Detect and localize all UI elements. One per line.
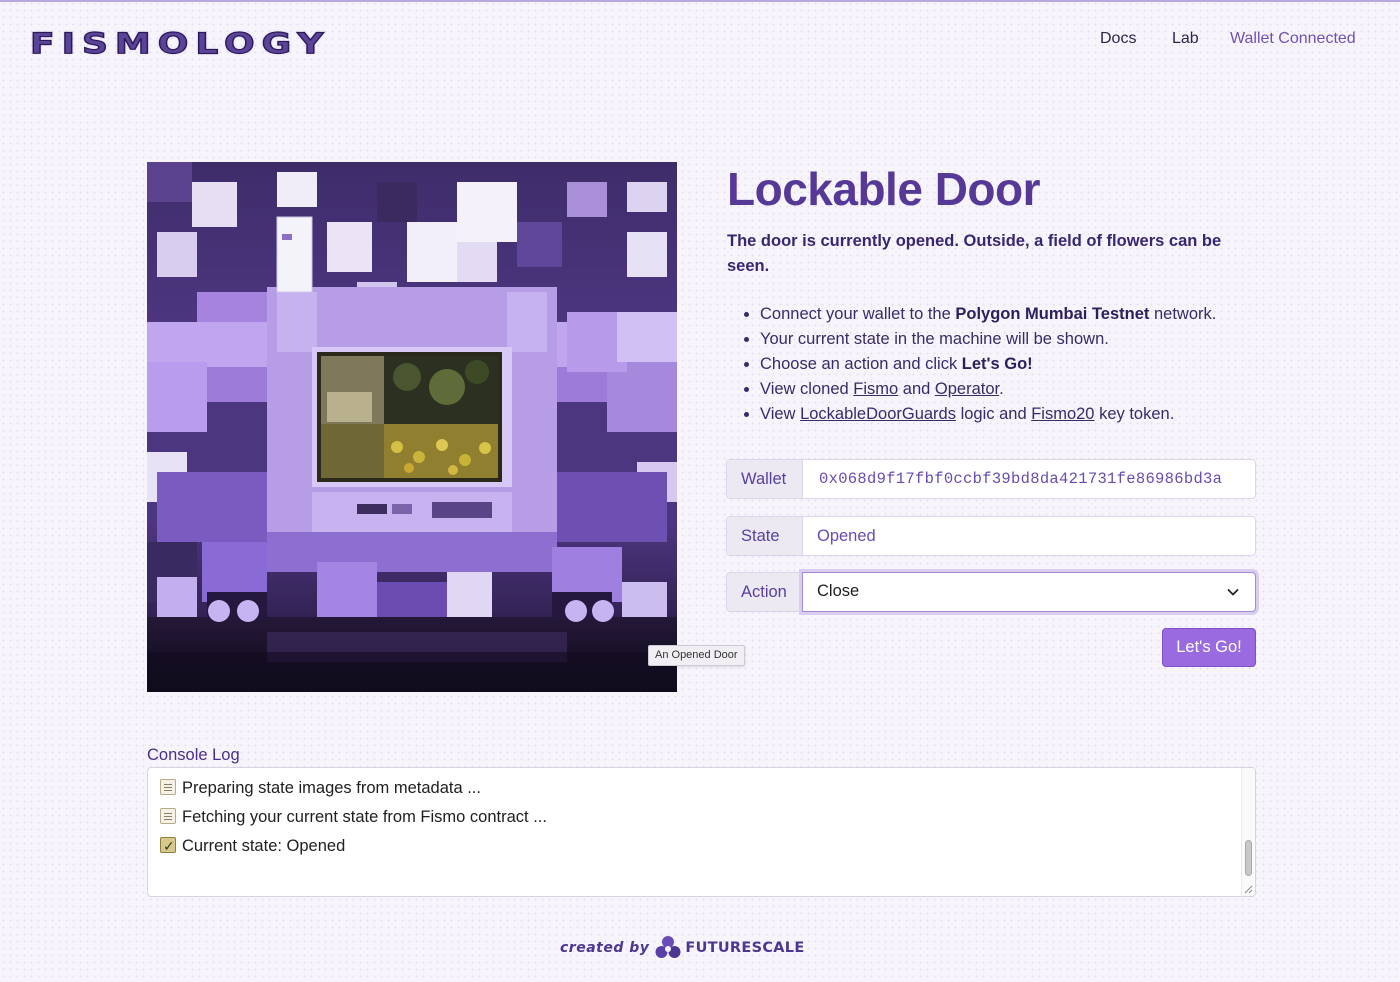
console-scrollbar-thumb[interactable] xyxy=(1245,840,1252,876)
futurescale-logo-icon xyxy=(655,936,681,958)
chevron-down-icon xyxy=(1227,589,1239,596)
wallet-field: Wallet 0x068d9f17fbf0ccbf39bd8da421731fe… xyxy=(726,459,1256,499)
console-log-label: Console Log xyxy=(147,746,240,764)
operator-link[interactable]: Operator xyxy=(935,380,999,398)
instruction-text: . xyxy=(999,380,1004,398)
fismology-logo[interactable]: FISMOLOGY xyxy=(29,26,376,64)
notepad-icon xyxy=(160,808,176,824)
console-line-text: Fetching your current state from Fismo c… xyxy=(182,808,547,826)
instruction-item: Your current state in the machine will b… xyxy=(760,327,1280,352)
instruction-item: Connect your wallet to the Polygon Mumba… xyxy=(760,302,1280,327)
image-tooltip: An Opened Door xyxy=(648,645,745,666)
instruction-text: View xyxy=(760,405,801,423)
instruction-text: and xyxy=(898,380,935,398)
console-log-textarea[interactable]: Preparing state images from metadata ...… xyxy=(147,767,1256,897)
console-line: Current state: Opened xyxy=(160,835,345,857)
futurescale-brand-text: FUTURESCALE xyxy=(685,940,805,956)
fismo-link[interactable]: Fismo xyxy=(853,380,898,398)
instructions-list: Connect your wallet to the Polygon Mumba… xyxy=(740,302,1280,427)
state-label: State xyxy=(727,517,803,555)
console-line: Preparing state images from metadata ... xyxy=(160,777,481,799)
created-by-text: created by xyxy=(560,940,650,956)
instruction-text: network. xyxy=(1149,305,1217,323)
resize-handle-icon[interactable] xyxy=(1244,885,1253,894)
machine-state-image xyxy=(147,162,677,692)
action-label: Action xyxy=(726,572,802,612)
wallet-label: Wallet xyxy=(727,460,803,498)
state-value: Opened xyxy=(817,527,876,545)
notepad-icon xyxy=(160,779,176,795)
top-border xyxy=(0,0,1400,2)
console-line-text: Preparing state images from metadata ... xyxy=(182,779,481,797)
lets-go-emphasis: Let's Go! xyxy=(961,355,1033,373)
action-field: Action Close xyxy=(726,572,1256,612)
fismo20-link[interactable]: Fismo20 xyxy=(1031,405,1094,423)
action-selected-value: Close xyxy=(817,582,860,600)
logo-text: FISMOLOGY xyxy=(29,28,331,61)
action-select[interactable]: Close xyxy=(802,572,1256,612)
console-scrollbar[interactable] xyxy=(1241,768,1255,896)
instruction-text: logic and xyxy=(955,405,1032,423)
lockable-door-guards-link[interactable]: LockableDoorGuards xyxy=(800,405,956,423)
wallet-address: 0x068d9f17fbf0ccbf39bd8da421731fe86986bd… xyxy=(819,470,1223,488)
instruction-text: Your current state in the machine will b… xyxy=(760,330,1109,348)
footer-credit[interactable]: created by FUTURESCALE xyxy=(560,932,805,964)
state-field: State Opened xyxy=(726,516,1256,556)
nav-wallet-connected-link[interactable]: Wallet Connected xyxy=(1230,28,1356,50)
instruction-text: View cloned xyxy=(760,380,854,398)
nav-lab-link[interactable]: Lab xyxy=(1172,28,1199,50)
opened-door-illustration xyxy=(147,162,677,692)
console-line-text: Current state: Opened xyxy=(182,837,346,855)
instruction-text: Choose an action and click xyxy=(760,355,962,373)
check-box-icon xyxy=(160,835,176,857)
state-description: The door is currently opened. Outside, a… xyxy=(727,232,1222,275)
nav-docs-link[interactable]: Docs xyxy=(1100,28,1136,50)
machine-title: Lockable Door xyxy=(727,163,1041,215)
instruction-item: View LockableDoorGuards logic and Fismo2… xyxy=(760,402,1280,427)
instruction-text: key token. xyxy=(1094,405,1175,423)
network-name: Polygon Mumbai Testnet xyxy=(955,305,1150,323)
console-line: Fetching your current state from Fismo c… xyxy=(160,806,547,828)
instruction-item: Choose an action and click Let's Go! xyxy=(760,352,1280,377)
lets-go-button[interactable]: Let's Go! xyxy=(1162,628,1256,667)
instruction-item: View cloned Fismo and Operator. xyxy=(760,377,1280,402)
instruction-text: Connect your wallet to the xyxy=(760,305,956,323)
